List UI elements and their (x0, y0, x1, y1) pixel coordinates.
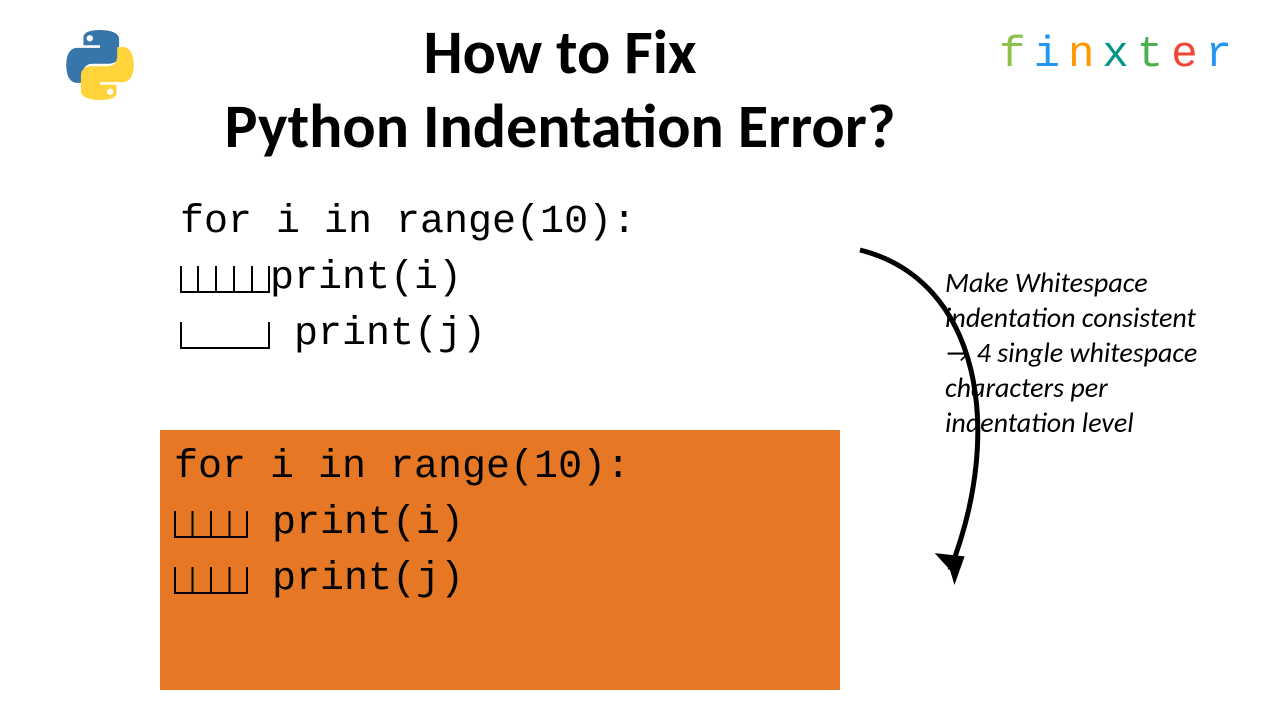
code-before: for i in range(10): print(i) print(j) (180, 195, 636, 363)
code-text: print(j) (248, 557, 464, 602)
whitespace-marks-icon (174, 559, 248, 595)
code-text: print(j) (270, 312, 486, 357)
tip-annotation: Make Whitespace indentation consistent →… (945, 265, 1225, 440)
code-line: for i in range(10): (174, 440, 826, 496)
brand-letter: n (1068, 30, 1102, 80)
finxter-logo: finxter (999, 30, 1240, 80)
code-line: print(i) (174, 496, 826, 552)
code-text: print(i) (270, 256, 462, 301)
code-after-box: for i in range(10): print(i) (160, 430, 840, 690)
code-text: print(i) (248, 501, 464, 546)
brand-letter: i (1034, 30, 1068, 80)
brand-letter: f (999, 30, 1033, 80)
tab-mark-icon (180, 314, 270, 350)
whitespace-marks-icon (180, 258, 270, 294)
code-line: print(i) (180, 251, 636, 307)
page-title: How to FixPython Indentation Error? (150, 15, 970, 164)
code-after: for i in range(10): print(i) (174, 440, 826, 608)
brand-letter: e (1171, 30, 1205, 80)
brand-letter: t (1137, 30, 1171, 80)
code-line: for i in range(10): (180, 195, 636, 251)
whitespace-marks-icon (174, 503, 248, 539)
code-line: print(j) (180, 307, 636, 363)
code-line: print(j) (174, 552, 826, 608)
brand-letter: r (1206, 30, 1240, 80)
brand-letter: x (1102, 30, 1136, 80)
python-logo-icon (65, 30, 135, 100)
